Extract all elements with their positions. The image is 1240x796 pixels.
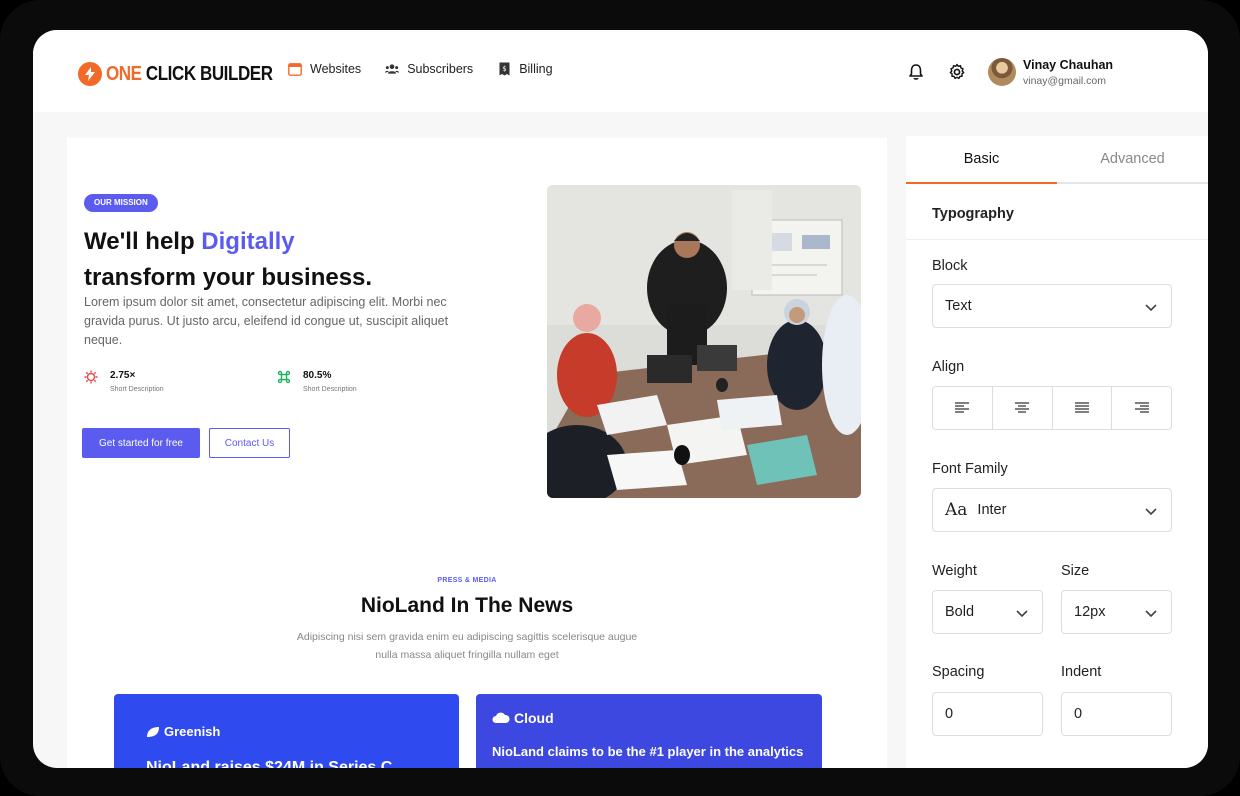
press-kicker: PRESS & MEDIA xyxy=(437,577,497,584)
cloud-icon xyxy=(492,712,510,723)
font-family-value: Inter xyxy=(977,502,1007,518)
weight-value: Bold xyxy=(945,604,975,620)
weight-select[interactable]: Bold xyxy=(932,590,1043,634)
hero-lead-text[interactable]: Lorem ipsum dolor sit amet, consectetur … xyxy=(84,293,454,350)
svg-text:$: $ xyxy=(502,65,506,73)
cloud-brand: Cloud xyxy=(492,710,554,726)
size-select[interactable]: 12px xyxy=(1061,590,1172,634)
bell-icon[interactable] xyxy=(907,63,925,81)
chevron-down-icon xyxy=(1145,508,1157,516)
nav-websites-label: Websites xyxy=(310,62,362,76)
size-value: 12px xyxy=(1074,604,1106,620)
nav-websites[interactable]: Websites xyxy=(288,62,361,76)
nav-subscribers-label: Subscribers xyxy=(407,62,474,76)
align-right-button[interactable] xyxy=(1112,387,1171,429)
font-glyph-icon: Aa xyxy=(945,500,968,520)
contact-us-button[interactable]: Contact Us xyxy=(209,428,290,458)
tab-advanced[interactable]: Advanced xyxy=(1057,136,1208,182)
chevron-down-icon xyxy=(1016,610,1028,618)
stat-2-value: 80.5% xyxy=(303,370,332,381)
align-justify-icon xyxy=(1074,402,1089,413)
logo-text: ONE CLICK BUILDER xyxy=(106,62,273,85)
hero-headline[interactable]: We'll help Digitally transform your busi… xyxy=(84,224,504,296)
chevron-down-icon xyxy=(1145,610,1157,618)
typography-section-title[interactable]: Typography xyxy=(932,206,1014,222)
block-label: Block xyxy=(932,258,968,274)
properties-panel: Basic Advanced Typography Block Text Ali… xyxy=(906,136,1208,768)
user-name: Vinay Chauhan xyxy=(1023,58,1114,72)
align-left-icon xyxy=(955,402,970,413)
align-center-button[interactable] xyxy=(993,387,1053,429)
stat-1-desc: Short Description xyxy=(110,386,164,393)
align-button-group xyxy=(932,386,1172,430)
stat-1-value: 2.75× xyxy=(110,370,136,381)
stat-2: 80.5% Short Description xyxy=(277,370,357,393)
avatar[interactable] xyxy=(988,58,1016,86)
news-card-text: NioLand claims to be the #1 player in th… xyxy=(492,744,804,759)
hero-meeting-photo[interactable] xyxy=(547,185,861,498)
gear-bug-icon xyxy=(84,370,100,386)
align-left-button[interactable] xyxy=(933,387,993,429)
browser-window-icon xyxy=(288,62,302,76)
nav-billing-label: Billing xyxy=(519,62,553,76)
user-email: vinay@gmail.com xyxy=(1023,75,1107,87)
headline-accent: Digitally xyxy=(201,228,295,255)
cloud-brand-label: Cloud xyxy=(514,710,554,726)
page-preview-canvas[interactable]: OUR MISSION We'll help Digitally transfo… xyxy=(67,138,887,768)
stat-2-desc: Short Description xyxy=(303,386,357,393)
news-card-cloud[interactable]: Cloud NioLand claims to be the #1 player… xyxy=(476,694,822,768)
gear-icon[interactable] xyxy=(948,63,966,81)
weight-label: Weight xyxy=(932,563,977,579)
font-family-label: Font Family xyxy=(932,461,1008,477)
nav-subscribers[interactable]: Subscribers xyxy=(385,62,473,76)
greenish-brand-label: Greenish xyxy=(164,724,221,739)
app-screen: ONE CLICK BUILDER Websites Subscribers $… xyxy=(33,30,1208,768)
press-title[interactable]: NioLand In The News xyxy=(67,594,867,618)
tab-basic[interactable]: Basic xyxy=(906,136,1057,184)
headline-post: transform your business. xyxy=(84,264,373,291)
block-select[interactable]: Text xyxy=(932,284,1172,328)
section-divider xyxy=(906,239,1208,240)
device-frame: ONE CLICK BUILDER Websites Subscribers $… xyxy=(0,0,1240,796)
headline-pre: We'll help xyxy=(84,228,202,255)
main-nav: Websites Subscribers $ Billing xyxy=(288,62,553,76)
top-bar: ONE CLICK BUILDER Websites Subscribers $… xyxy=(33,30,1208,112)
block-select-value: Text xyxy=(945,298,972,314)
lightning-icon xyxy=(78,62,102,86)
size-label: Size xyxy=(1061,563,1090,579)
get-started-button[interactable]: Get started for free xyxy=(82,428,200,458)
align-center-icon xyxy=(1015,402,1030,413)
news-card-text: NioLand raises $24M in Series C xyxy=(146,759,393,768)
align-right-icon xyxy=(1134,402,1149,413)
users-icon xyxy=(385,62,400,76)
align-label: Align xyxy=(932,359,965,375)
panel-tabs: Basic Advanced xyxy=(906,136,1208,184)
press-subtitle[interactable]: Adipiscing nisi sem gravida enim eu adip… xyxy=(287,628,647,664)
app-logo[interactable]: ONE CLICK BUILDER xyxy=(78,62,302,86)
stat-1: 2.75× Short Description xyxy=(84,370,164,393)
spacing-label: Spacing xyxy=(932,664,985,680)
receipt-icon: $ xyxy=(497,62,511,76)
command-icon xyxy=(277,370,293,386)
nav-billing[interactable]: $ Billing xyxy=(497,62,553,76)
mission-badge: OUR MISSION xyxy=(84,194,158,212)
align-justify-button[interactable] xyxy=(1053,387,1113,429)
indent-input[interactable]: 0 xyxy=(1061,692,1172,736)
news-card-greenish[interactable]: Greenish NioLand raises $24M in Series C xyxy=(114,694,459,768)
spacing-input[interactable]: 0 xyxy=(932,692,1043,736)
leaf-icon xyxy=(147,726,159,737)
indent-label: Indent xyxy=(1061,664,1102,680)
font-family-select[interactable]: Aa Inter xyxy=(932,488,1172,532)
greenish-brand: Greenish xyxy=(146,724,220,739)
chevron-down-icon xyxy=(1145,304,1157,312)
